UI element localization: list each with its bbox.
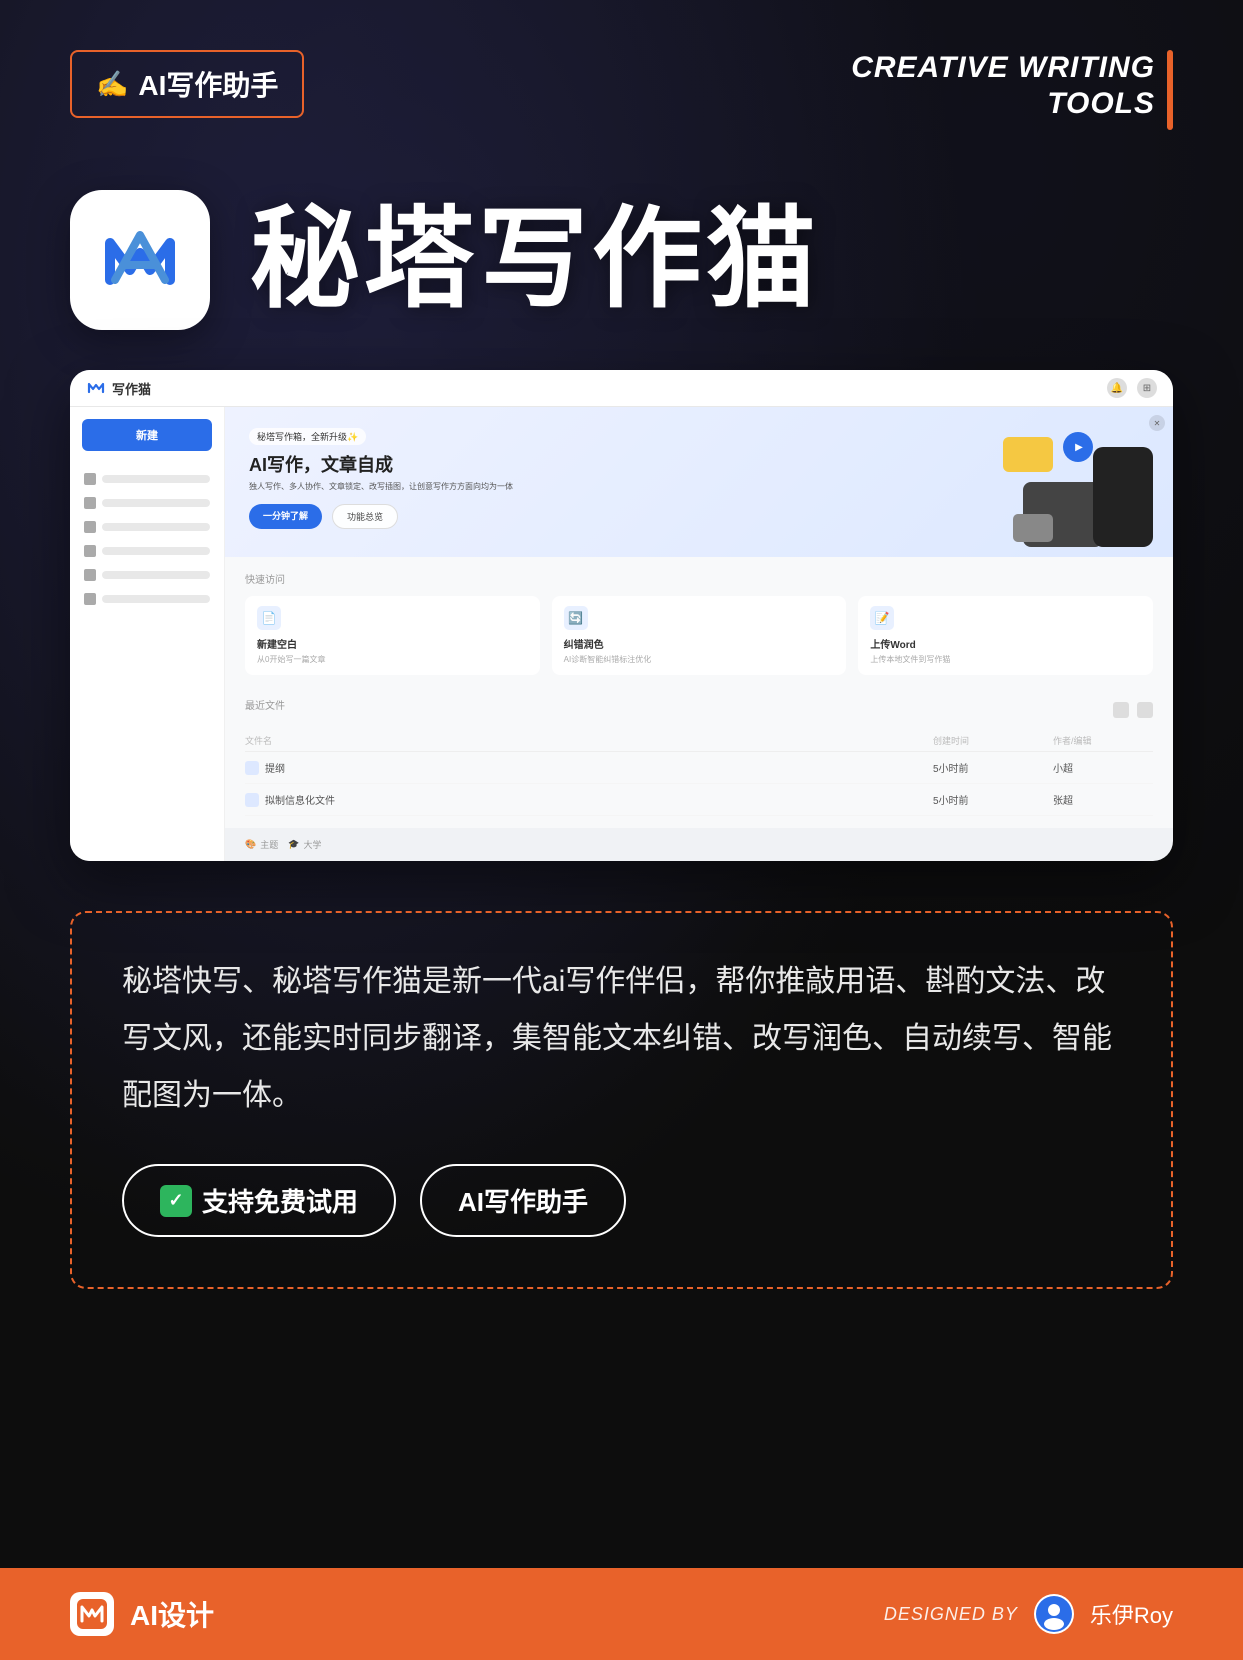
help-icon: 🎓 xyxy=(288,839,299,850)
quick-card-title-new: 新建空白 xyxy=(257,636,528,651)
description-text: 秘塔快写、秘塔写作猫是新一代ai写作伴侣，帮你推敲用语、斟酌文法、改写文风，还能… xyxy=(122,953,1121,1124)
file-name: 提纲 xyxy=(265,760,285,775)
desc-text-content: 秘塔快写、秘塔写作猫是新一代ai写作伴侣，帮你推敲用语、斟酌文法、改写文风，还能… xyxy=(122,965,1112,1112)
sidebar-item xyxy=(70,587,224,611)
bottom-right: DESIGNED BY 乐伊Roy xyxy=(884,1594,1173,1634)
col-header-editor: 作者/编辑 xyxy=(1053,734,1153,747)
quick-card-icon-correct: 🔄 xyxy=(564,606,588,630)
sidebar-new-btn[interactable]: 新建 xyxy=(82,419,212,451)
quick-actions-grid: 📄 新建空白 从0开始写一篇文章 🔄 纠错润色 AI诊断智能纠错标注优化 📝 xyxy=(245,596,1153,675)
quick-actions-section: 快速访问 📄 新建空白 从0开始写一篇文章 🔄 纠错润色 AI诊断智能纠错标注优… xyxy=(225,557,1173,685)
table-row[interactable]: 拟制信息化文件 5小时前 张超 xyxy=(245,784,1153,816)
view-grid-icon[interactable] xyxy=(1137,702,1153,718)
app-icon xyxy=(70,190,210,330)
bottom-logo-icon xyxy=(70,1592,114,1636)
banner-badge: 秘塔写作箱，全新升级✨ xyxy=(249,428,366,445)
creative-writing-label: CREATIVE WRITING TOOLS xyxy=(851,50,1173,130)
illus-card1 xyxy=(1003,437,1053,472)
file-editor: 小超 xyxy=(1053,760,1153,775)
author-name: 乐伊Roy xyxy=(1090,1598,1173,1630)
file-created: 5小时前 xyxy=(933,760,1053,775)
sidebar-item xyxy=(70,467,224,491)
chrome-icons: 🔔 ⊞ xyxy=(1107,378,1157,398)
footer-item-help[interactable]: 🎓 大学 xyxy=(288,838,321,851)
app-main: 秘塔写作箱，全新升级✨ AI写作，文章自成 独人写作、多人协作、文章锁定、改写插… xyxy=(225,407,1173,861)
footer-item-theme[interactable]: 🎨 主题 xyxy=(245,838,278,851)
quick-card-desc-correct: AI诊断智能纠错标注优化 xyxy=(564,655,835,665)
col-header-name: 文件名 xyxy=(245,734,933,747)
app-body: 新建 xyxy=(70,407,1173,861)
table-header: 文件名 创建时间 作者/编辑 xyxy=(245,730,1153,752)
free-trial-button[interactable]: ✓ 支持免费试用 xyxy=(122,1164,396,1237)
col-header-created: 创建时间 xyxy=(933,734,1053,747)
hero-title: 秘塔写作猫 xyxy=(250,205,820,315)
hero-section: 秘塔写作猫 xyxy=(0,150,1243,350)
creative-writing-text: CREATIVE WRITING TOOLS xyxy=(851,50,1155,122)
file-name-cell: 拟制信息化文件 xyxy=(245,792,933,807)
app-logo-small: 写作猫 xyxy=(86,378,151,398)
quick-card-new[interactable]: 📄 新建空白 从0开始写一篇文章 xyxy=(245,596,540,675)
bottom-left-label: AI设计 xyxy=(130,1594,214,1634)
orange-bar xyxy=(1167,50,1173,130)
ai-writing-button[interactable]: AI写作助手 xyxy=(420,1164,626,1237)
hand-icon: ✍️ xyxy=(96,69,128,100)
check-icon: ✓ xyxy=(160,1185,192,1217)
grid-icon: ⊞ xyxy=(1137,378,1157,398)
description-buttons: ✓ 支持免费试用 AI写作助手 xyxy=(122,1164,1121,1237)
doc-icon xyxy=(245,761,259,775)
illus-phone xyxy=(1093,447,1153,547)
file-editor: 张超 xyxy=(1053,792,1153,807)
app-screenshot: 写作猫 🔔 ⊞ 新建 xyxy=(70,370,1173,861)
recent-header: 最近文件 xyxy=(245,697,1153,722)
quick-card-desc-new: 从0开始写一篇文章 xyxy=(257,655,528,665)
app-banner: 秘塔写作箱，全新升级✨ AI写作，文章自成 独人写作、多人协作、文章锁定、改写插… xyxy=(225,407,1173,557)
top-label-text: AI写作助手 xyxy=(138,64,278,104)
quick-card-icon-word: 📝 xyxy=(870,606,894,630)
quick-card-desc-word: 上传本地文件到写作猫 xyxy=(870,655,1141,665)
recent-section: 最近文件 文件名 创建时间 作者/编辑 xyxy=(225,685,1173,828)
quick-actions-label: 快速访问 xyxy=(245,571,1153,586)
quick-card-title-correct: 纠错润色 xyxy=(564,636,835,651)
ai-writing-label: AI写作助手 xyxy=(458,1187,588,1217)
bottom-left: AI设计 xyxy=(70,1592,214,1636)
table-row[interactable]: 提纲 5小时前 小超 xyxy=(245,752,1153,784)
quick-card-icon-new: 📄 xyxy=(257,606,281,630)
app-footer: 🎨 主题 🎓 大学 xyxy=(225,828,1173,861)
description-section: 秘塔快写、秘塔写作猫是新一代ai写作伴侣，帮你推敲用语、斟酌文法、改写文风，还能… xyxy=(70,911,1173,1289)
designed-by-text: DESIGNED BY xyxy=(884,1604,1018,1625)
banner-illustration xyxy=(1003,417,1153,547)
bottom-bar: AI设计 DESIGNED BY 乐伊Roy xyxy=(0,1568,1243,1660)
file-name: 拟制信息化文件 xyxy=(265,792,335,807)
sidebar-item xyxy=(70,563,224,587)
illus-play xyxy=(1063,432,1093,462)
theme-label: 主题 xyxy=(260,838,278,851)
banner-btn-primary[interactable]: 一分钟了解 xyxy=(249,504,322,529)
app-sidebar: 新建 xyxy=(70,407,225,861)
help-label: 大学 xyxy=(303,838,321,851)
theme-icon: 🎨 xyxy=(245,839,256,850)
screenshot-section: 写作猫 🔔 ⊞ 新建 xyxy=(0,350,1243,881)
top-label-button[interactable]: ✍️ AI写作助手 xyxy=(70,50,304,118)
file-created: 5小时前 xyxy=(933,792,1053,807)
ai-logo-svg xyxy=(95,215,185,305)
bell-icon: 🔔 xyxy=(1107,378,1127,398)
doc-icon xyxy=(245,793,259,807)
banner-close-btn[interactable]: ✕ xyxy=(1149,415,1165,431)
sidebar-item xyxy=(70,539,224,563)
sidebar-item xyxy=(70,515,224,539)
quick-card-word[interactable]: 📝 上传Word 上传本地文件到写作猫 xyxy=(858,596,1153,675)
author-avatar xyxy=(1034,1594,1074,1634)
quick-card-correct[interactable]: 🔄 纠错润色 AI诊断智能纠错标注优化 xyxy=(552,596,847,675)
banner-btn-secondary[interactable]: 功能总览 xyxy=(332,504,398,529)
view-list-icon[interactable] xyxy=(1113,702,1129,718)
free-trial-label: 支持免费试用 xyxy=(202,1182,358,1219)
quick-card-title-word: 上传Word xyxy=(870,636,1141,651)
file-name-cell: 提纲 xyxy=(245,760,933,775)
recent-label: 最近文件 xyxy=(245,697,285,712)
app-chrome-bar: 写作猫 🔔 ⊞ xyxy=(70,370,1173,407)
sidebar-item xyxy=(70,491,224,515)
illus-card2 xyxy=(1013,514,1053,542)
